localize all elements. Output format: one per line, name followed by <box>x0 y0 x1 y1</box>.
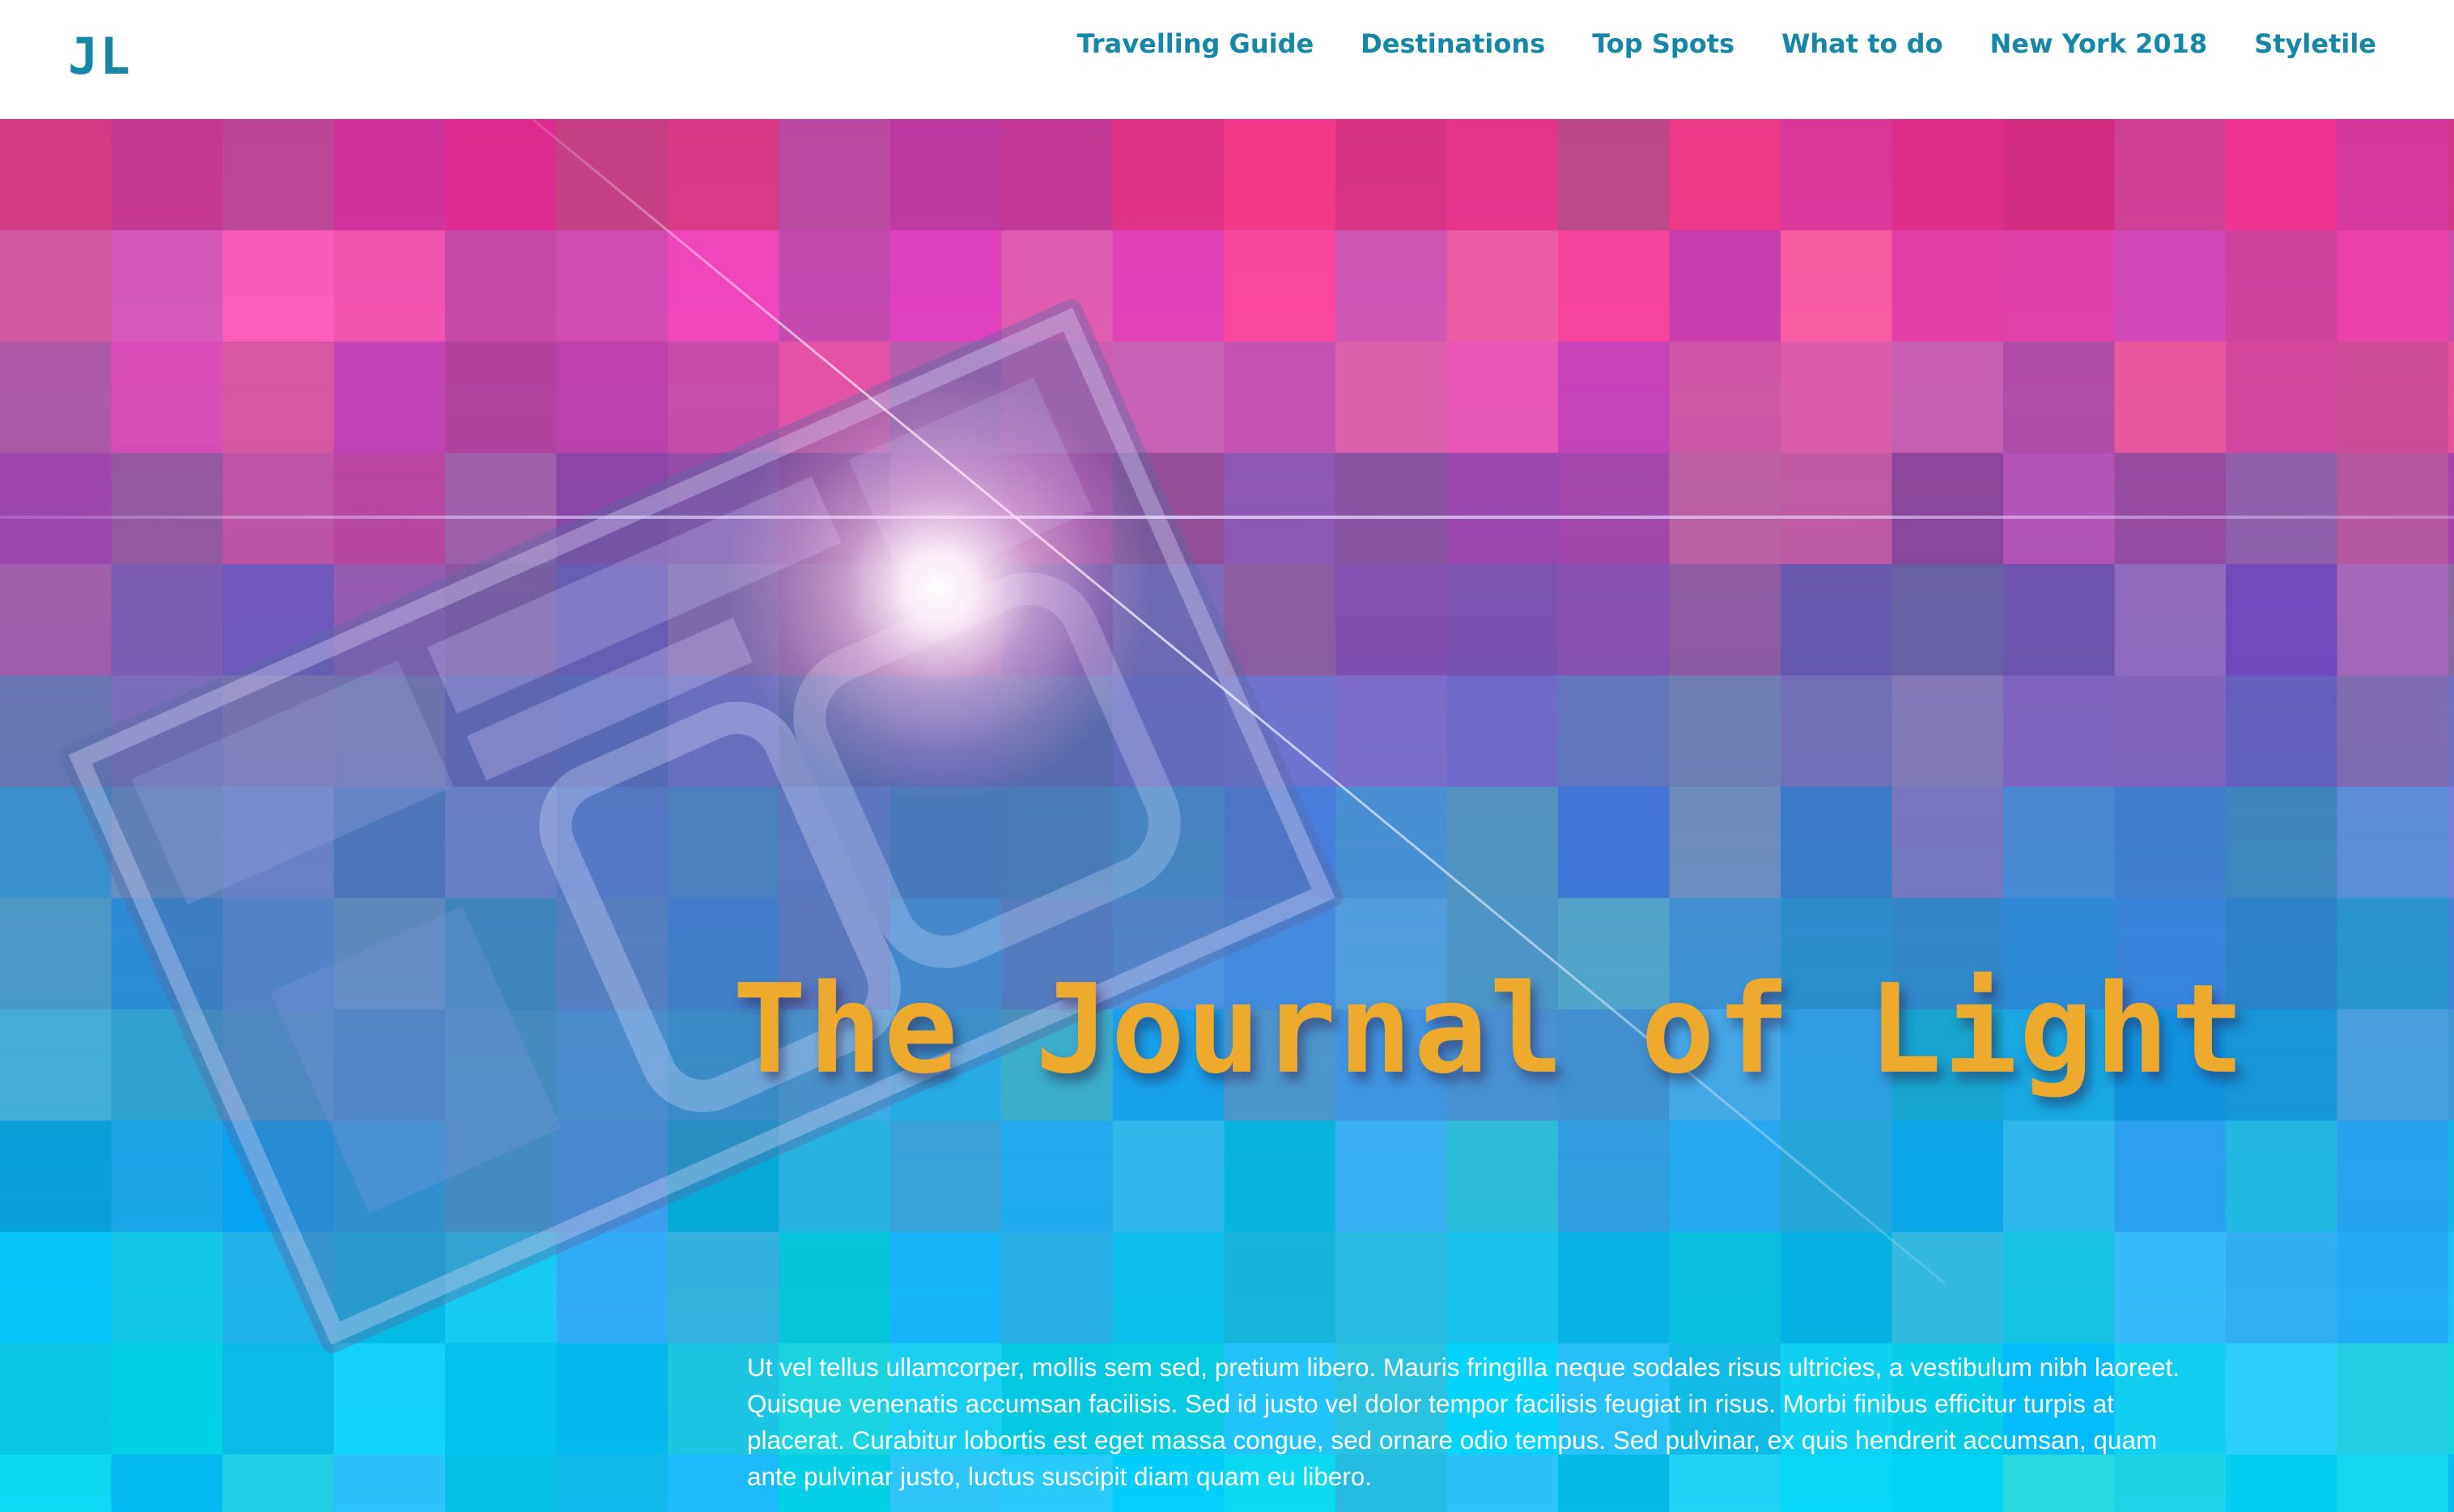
nav-link-new-york-2018[interactable]: New York 2018 <box>1990 28 2208 59</box>
hero-title: The Journal of Light <box>732 958 2247 1101</box>
nav-link-styletile[interactable]: Styletile <box>2254 28 2376 59</box>
site-header: JL Travelling Guide Destinations Top Spo… <box>0 0 2454 119</box>
hero-background-image <box>0 119 2454 1512</box>
main-nav: Travelling Guide Destinations Top Spots … <box>1077 18 2454 70</box>
lens-flare <box>728 378 1149 799</box>
hero-body-text: Ut vel tellus ullamcorper, mollis sem se… <box>747 1353 2180 1491</box>
light-streak-horizontal <box>0 516 2454 519</box>
nav-link-travelling-guide[interactable]: Travelling Guide <box>1077 28 1314 59</box>
site-logo[interactable]: JL <box>68 24 132 89</box>
nav-link-what-to-do[interactable]: What to do <box>1781 28 1942 59</box>
nav-link-destinations[interactable]: Destinations <box>1361 28 1545 59</box>
nav-link-top-spots[interactable]: Top Spots <box>1592 28 1734 59</box>
hero-section: The Journal of Light Ut vel tellus ullam… <box>0 119 2454 1512</box>
